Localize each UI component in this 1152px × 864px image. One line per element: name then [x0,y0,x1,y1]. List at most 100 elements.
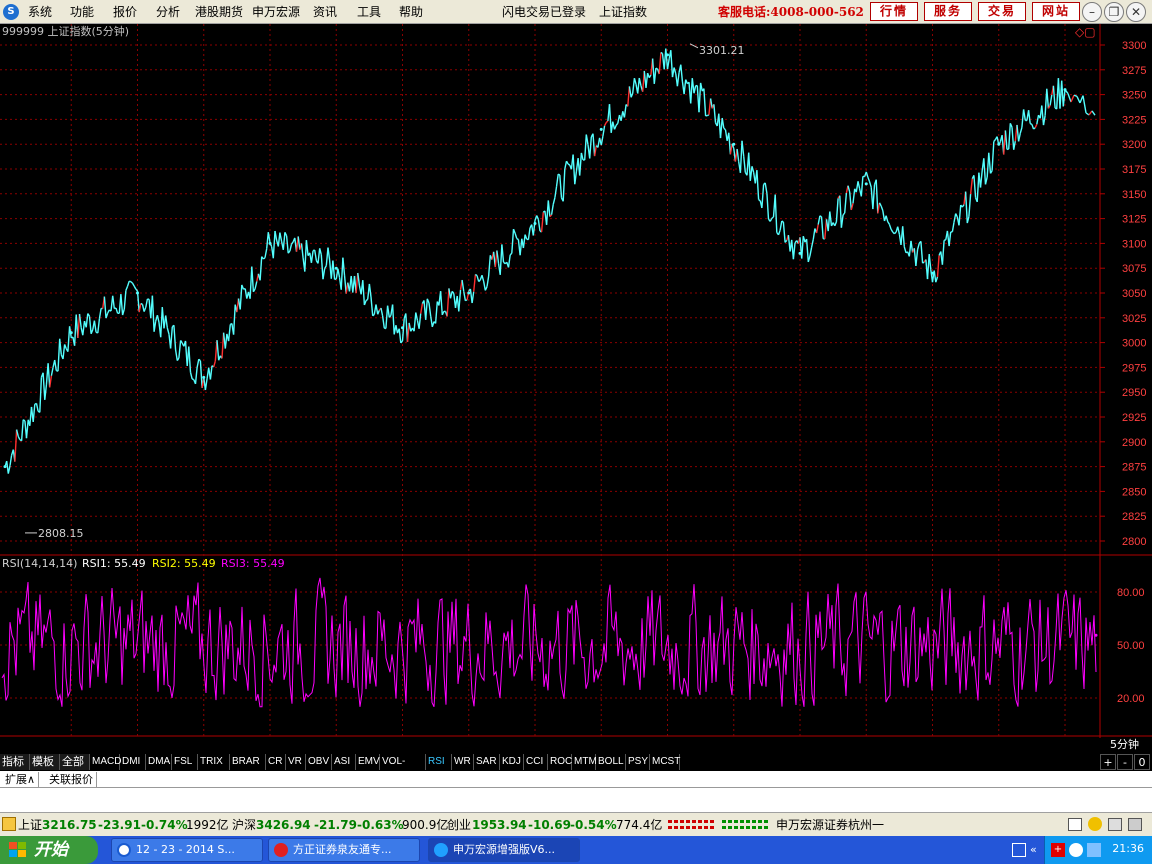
price-segment [418,313,422,329]
tab-emv[interactable]: EMV [356,754,380,770]
tab-mtm[interactable]: MTM [572,754,597,770]
tab-psy[interactable]: PSY [626,754,650,770]
price-tick-label: 3200 [1122,139,1146,151]
menu-help[interactable]: 帮助 [399,3,423,21]
tab-roc[interactable]: ROC [548,754,572,770]
tab-vol-tdx[interactable]: VOL-TDX [380,754,426,783]
price-segment [867,177,871,182]
price-segment [486,276,490,287]
tab-obv[interactable]: OBV [306,754,332,770]
windows-logo-icon [9,842,26,857]
tab-kdj[interactable]: KDJ [500,754,524,770]
tab-sar[interactable]: SAR [474,754,500,770]
tray-expand-icon[interactable]: « [1030,843,1042,857]
period-label[interactable]: 5分钟 [1110,738,1139,752]
rsi2-value: RSI2: 55.49 [152,557,216,570]
price-segment [401,318,405,342]
tab-vr[interactable]: VR [286,754,306,770]
price-segment [888,224,892,230]
chart-canvas[interactable]: 06月21日13:1009:4013:1509:5013:2009:5513:2… [0,24,1152,752]
price-segment [461,279,465,292]
price-segment [381,315,385,329]
website-button[interactable]: 网站 [1032,2,1080,21]
tab-boll[interactable]: BOLL [596,754,626,770]
price-tick-label: 3250 [1122,90,1146,102]
settings-icon[interactable] [1128,818,1142,831]
tab-asi[interactable]: ASI [332,754,356,770]
price-segment [567,163,571,166]
message-icon[interactable] [1068,818,1082,831]
app-logo-icon[interactable]: S [3,4,19,20]
tab-cr[interactable]: CR [266,754,286,770]
volume-tray-icon[interactable] [1087,843,1101,857]
trade-button[interactable]: 交易 [978,2,1026,21]
sh-name: 上证 [18,818,43,832]
tab-模板[interactable]: 模板 [30,754,60,770]
price-segment [527,227,531,240]
zoom-in-button[interactable]: + [1100,754,1116,770]
browser-icon [117,843,131,857]
zoom-out-button[interactable]: - [1117,754,1133,770]
menu-tools[interactable]: 工具 [357,3,381,21]
keyboard-icon[interactable] [1012,843,1026,857]
menu-system[interactable]: 系统 [28,3,52,21]
market-button[interactable]: 行情 [870,2,918,21]
menu-hk-futures[interactable]: 港股期货 [195,3,243,21]
menu-analysis[interactable]: 分析 [156,3,180,21]
lock-icon[interactable] [2,817,16,831]
task-swhy[interactable]: 申万宏源增强版V6... [428,838,580,862]
tab-fsl[interactable]: FSL [172,754,198,770]
price-segment [792,242,796,260]
price-segment [511,229,515,254]
hs-name: 沪深 [232,818,257,832]
task-swhy-label: 申万宏源增强版V6... [453,843,556,856]
tab-mcst[interactable]: MCST [650,754,680,770]
bell-icon[interactable] [1088,817,1102,831]
service-button[interactable]: 服务 [924,2,972,21]
price-segment [1004,130,1008,150]
tab-dmi[interactable]: DMI [120,754,146,770]
cy-value: 1953.94 [472,818,527,832]
tab-wr[interactable]: WR [452,754,474,770]
menu-quote[interactable]: 报价 [113,3,137,21]
price-segment [85,313,89,328]
price-segment [254,281,258,290]
price-segment [638,77,642,87]
minimize-icon[interactable]: – [1082,2,1102,22]
start-button[interactable]: 开始 [0,836,98,864]
menu-news[interactable]: 资讯 [313,3,337,21]
tab-指标[interactable]: 指标 [0,754,30,770]
rsi3-value: RSI3: 55.49 [221,557,285,570]
tab-macd[interactable]: MACD [90,754,121,770]
tab-全部[interactable]: 全部 [60,754,90,770]
menu-function[interactable]: 功能 [70,3,94,21]
chart-toggle-icon[interactable]: ◇▢ [1075,25,1096,39]
network-tray-icon[interactable] [1069,843,1083,857]
menu-swhy[interactable]: 申万宏源 [252,3,300,21]
reset-button[interactable]: 0 [1134,754,1150,770]
tab-extend[interactable]: 扩展∧ [2,772,40,787]
price-tick-label: 3125 [1122,214,1146,226]
price-segment [188,346,192,373]
tab-rsi[interactable]: RSI [426,754,452,770]
restore-icon[interactable]: ❐ [1104,2,1124,22]
login-status: 闪电交易已登录 [502,5,587,19]
tab-related-quote[interactable]: 关联报价 [46,772,97,787]
kline-chart-panel[interactable]: 06月21日13:1009:4013:1509:5013:2009:5513:2… [0,24,1152,752]
close-icon[interactable]: ✕ [1126,2,1146,22]
security-tray-icon[interactable]: + [1051,843,1065,857]
hotline-text: 客服电话:4008-000-562 [718,5,864,19]
tab-trix[interactable]: TRIX [198,754,230,770]
task-fangzheng[interactable]: 方正证券泉友通专... [268,838,420,862]
task-browser[interactable]: 12 - 23 - 2014 S... [111,838,263,862]
tab-cci[interactable]: CCI [524,754,548,770]
rsi-tick-label: 50.00 [1117,640,1145,652]
price-segment [370,296,374,316]
price-segment [1027,110,1031,124]
tab-dma[interactable]: DMA [146,754,172,770]
price-segment [320,254,324,280]
screen-icon[interactable] [1108,818,1122,831]
price-segment [317,248,321,264]
price-segment [885,215,889,222]
tab-brar[interactable]: BRAR [230,754,266,770]
